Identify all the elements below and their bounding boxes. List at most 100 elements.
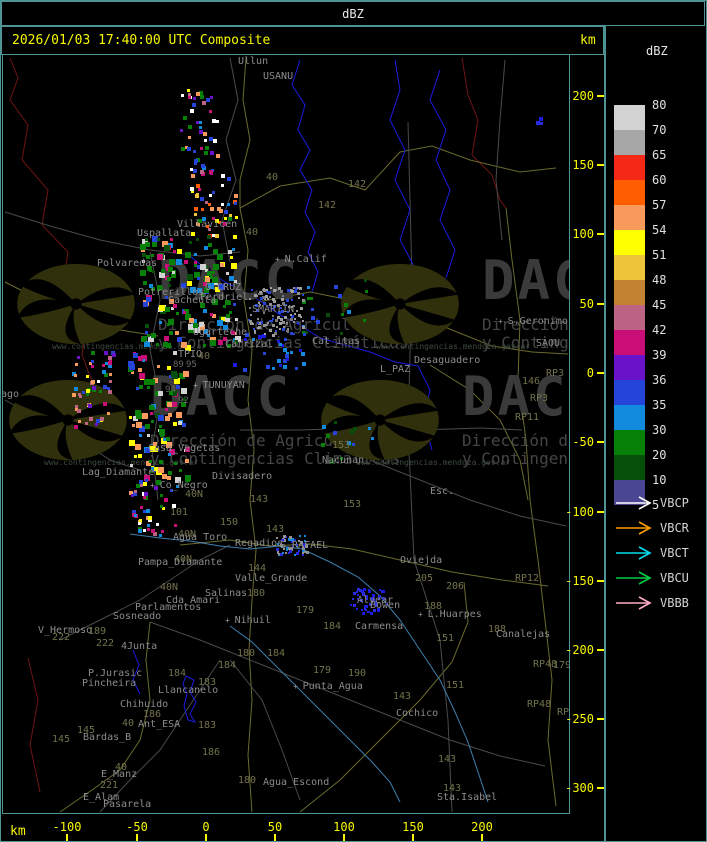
right-axis-tick <box>597 441 604 443</box>
vbcp-arrow-row: VBCP <box>612 495 689 515</box>
echo-pixel <box>233 234 238 239</box>
echo-pixel <box>212 270 216 274</box>
echo-pixel <box>302 325 306 329</box>
echo-pixel <box>351 598 354 601</box>
echo-pixel <box>257 293 260 296</box>
echo-pixel <box>163 335 169 341</box>
echo-pixel <box>326 433 331 438</box>
echo-pixel <box>279 342 283 346</box>
echo-pixel <box>176 249 182 255</box>
echo-pixel <box>249 297 251 300</box>
dbz-band <box>614 180 645 205</box>
echo-pixel <box>216 320 223 327</box>
echo-pixel <box>142 281 147 286</box>
map-place-label: Cat_itas <box>312 336 361 347</box>
echo-pixel <box>278 321 282 325</box>
echo-pixel <box>168 413 173 418</box>
bottom-axis-tick-label: 100 <box>333 820 355 834</box>
echo-pixel <box>293 313 296 316</box>
dbz-band-label: 70 <box>652 123 667 137</box>
echo-pixel <box>270 287 272 290</box>
echo-pixel <box>287 552 290 555</box>
echo-pixel <box>221 183 225 187</box>
echo-pixel <box>315 320 320 325</box>
dbz-band <box>614 430 645 455</box>
bottom-axis-unit: km <box>10 824 26 839</box>
echo-pixel <box>274 319 278 323</box>
echo-pixel <box>369 611 373 615</box>
dbz-band-label: 39 <box>652 348 667 362</box>
echo-pixel <box>148 269 152 273</box>
echo-pixel <box>200 196 205 201</box>
echo-pixel <box>190 173 195 178</box>
echo-pixel <box>205 145 210 150</box>
map-place-label: 143 <box>393 691 412 702</box>
echo-pixel <box>166 437 171 442</box>
echo-pixel <box>146 528 150 532</box>
echo-pixel <box>364 289 368 293</box>
echo-pixel <box>286 289 290 293</box>
echo-pixel <box>144 424 150 430</box>
map-place-label: 184 <box>323 621 342 632</box>
echo-pixel <box>253 331 256 334</box>
map-place-label: 221 <box>100 780 119 791</box>
echo-pixel <box>174 523 178 527</box>
dbz-band-label: 57 <box>652 198 667 212</box>
map-place-label: 95 <box>186 360 197 370</box>
echo-pixel <box>302 320 305 323</box>
echo-pixel <box>199 94 204 99</box>
echo-pixel <box>298 297 301 300</box>
echo-pixel <box>161 241 166 246</box>
echo-pixel <box>193 252 197 256</box>
echo-pixel <box>334 285 339 290</box>
echo-pixel <box>266 289 269 292</box>
map-place-label: Casa_Vegetas <box>148 443 221 454</box>
echo-pixel <box>346 309 351 314</box>
dacc-leaf-logo <box>341 263 459 345</box>
echo-pixel <box>138 454 143 459</box>
map-place-label: Sosneado <box>113 611 162 622</box>
map-place-label: S.Geronimo <box>498 317 568 327</box>
echo-pixel <box>103 351 108 356</box>
echo-pixel <box>279 318 283 322</box>
echo-pixel <box>150 332 156 338</box>
echo-pixel <box>92 385 97 390</box>
echo-pixel <box>135 386 139 390</box>
echo-pixel <box>182 311 186 315</box>
echo-pixel <box>73 424 78 429</box>
echo-pixel <box>216 254 223 261</box>
map-place-label: Valle_Grande <box>235 573 308 584</box>
echo-pixel <box>212 264 219 270</box>
echo-pixel <box>136 421 143 428</box>
echo-pixel <box>177 336 183 342</box>
title-bar: dBZ <box>1 1 705 26</box>
bottom-axis-tick-label: 150 <box>402 820 424 834</box>
echo-pixel <box>350 603 353 606</box>
echo-pixel <box>189 318 195 324</box>
echo-pixel <box>212 190 216 194</box>
map-place-label: Punta_Agua <box>293 682 363 692</box>
echo-pixel <box>160 530 164 534</box>
echo-pixel <box>103 401 108 406</box>
map-place-label: 184 <box>218 660 237 671</box>
echo-pixel <box>138 384 143 389</box>
echo-pixel <box>287 331 290 334</box>
map-place-label: 151 <box>436 633 455 644</box>
echo-pixel <box>360 609 363 612</box>
echo-pixel <box>184 459 189 464</box>
echo-pixel <box>194 212 198 216</box>
echo-pixel <box>175 331 180 336</box>
echo-pixel <box>81 390 85 394</box>
map-place-label: Bowen <box>370 600 401 611</box>
echo-pixel <box>289 351 293 355</box>
echo-pixel <box>371 437 375 441</box>
echo-pixel <box>143 496 147 500</box>
map-place-label: 142 <box>348 179 367 190</box>
map-place-label: 151 <box>446 680 465 691</box>
map-place-label: Agua_Escond <box>263 777 330 788</box>
map-place-label: RP11 <box>515 412 540 423</box>
echo-pixel <box>286 358 290 362</box>
echo-pixel <box>91 365 95 369</box>
map-line <box>239 145 557 209</box>
echo-pixel <box>234 318 238 322</box>
